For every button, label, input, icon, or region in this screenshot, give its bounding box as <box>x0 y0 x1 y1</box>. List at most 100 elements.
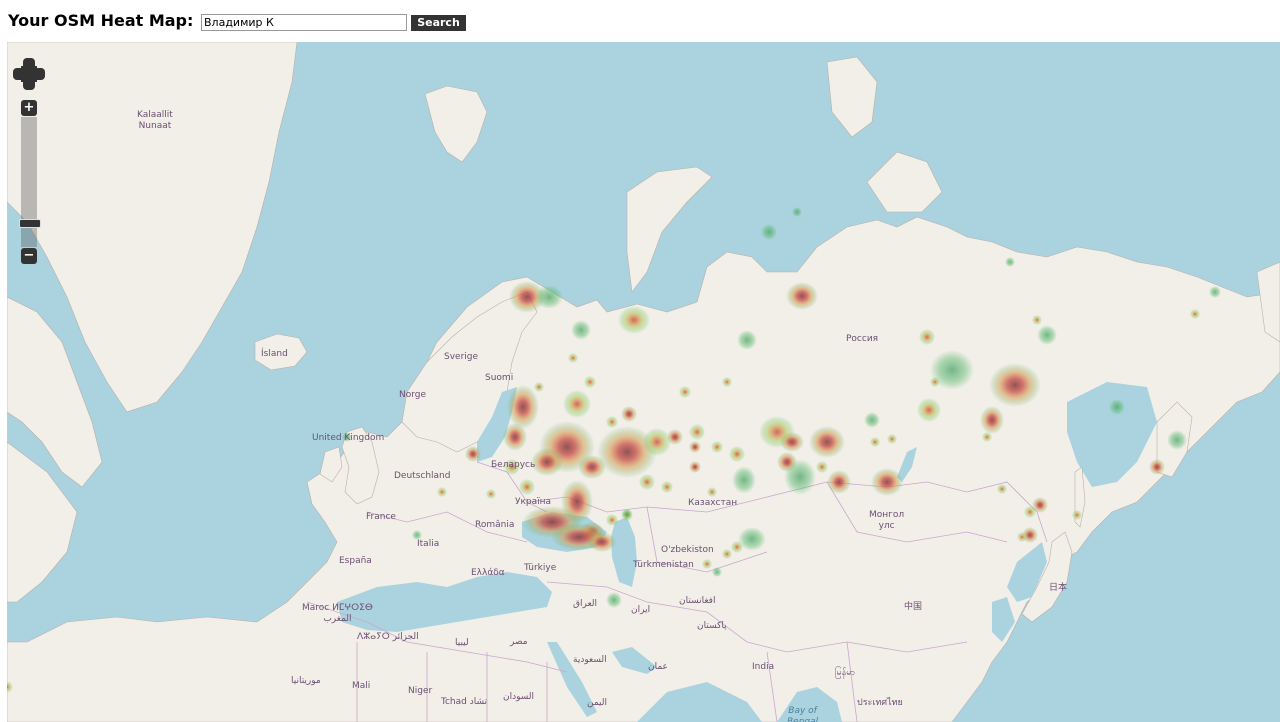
heat-spot <box>712 567 722 577</box>
search-button[interactable]: Search <box>411 15 466 31</box>
zoom-out-button[interactable]: − <box>21 248 37 264</box>
label-france: France <box>366 512 396 522</box>
label-libya: ليبيا <box>455 638 469 648</box>
label-norge: Norge <box>399 390 427 400</box>
heat-spot <box>618 306 650 334</box>
heat-spot <box>519 479 535 495</box>
label-kalaallit: Kalaallit Nunaat <box>137 110 173 131</box>
heat-spot <box>989 363 1041 407</box>
heat-spot <box>816 461 828 473</box>
heat-spot <box>465 446 481 462</box>
heat-spot <box>809 426 845 458</box>
label-turkiye: Türkiye <box>524 563 557 573</box>
heat-spot <box>1024 506 1036 518</box>
heat-spot <box>1209 286 1221 298</box>
heat-spot <box>606 592 622 608</box>
heat-spot <box>535 285 563 309</box>
heat-spot <box>780 432 804 452</box>
heat-spot <box>7 681 13 693</box>
heat-spot <box>689 424 705 440</box>
heat-spot <box>707 487 717 497</box>
heat-spot <box>731 541 743 553</box>
heat-spot <box>980 406 1004 434</box>
heat-spot <box>639 474 655 490</box>
heat-spot <box>1032 315 1042 325</box>
heat-spot <box>917 398 941 422</box>
label-turkmenistan: Türkmenistan <box>633 560 694 570</box>
heat-spot <box>689 441 701 453</box>
heat-spot <box>982 432 992 442</box>
label-chad: Tchad تشاد <box>441 697 488 707</box>
label-algeria: ⴷⵣⴰⵢⵔ الجزائر <box>357 632 419 642</box>
heat-spot <box>622 509 632 519</box>
heat-spot <box>588 532 616 552</box>
heat-spot <box>871 468 903 496</box>
heat-spot <box>643 428 671 456</box>
heat-spot <box>729 446 745 462</box>
heat-spot <box>534 382 544 392</box>
label-kazakhstan: Казахстан <box>688 498 738 508</box>
heat-spot <box>503 423 527 451</box>
label-island: Ísland <box>261 349 288 359</box>
heat-spot <box>621 406 637 422</box>
label-pakistan: پاکستان <box>697 621 727 631</box>
heat-spot <box>606 416 618 428</box>
label-deutschland: Deutschland <box>394 471 451 481</box>
heat-spot <box>689 461 701 473</box>
heat-spot <box>486 489 496 499</box>
label-belarus: Беларусь <box>491 460 536 470</box>
label-romania: România <box>475 520 515 530</box>
label-oman: عمان <box>648 662 668 672</box>
label-italia: Italia <box>417 539 440 549</box>
label-iraq: العراق <box>573 599 598 609</box>
heat-spot <box>531 448 563 476</box>
heat-spot <box>1109 399 1125 415</box>
heat-spot <box>667 429 683 445</box>
label-china: 中国 <box>904 602 923 612</box>
zoom-in-button[interactable]: + <box>21 100 37 116</box>
zoom-slider-track[interactable] <box>19 117 41 247</box>
label-myanmar: မြန်မာ <box>835 668 856 678</box>
username-input[interactable] <box>201 14 407 31</box>
label-mongolia: Монгол улс <box>869 510 905 531</box>
header-bar: Your OSM Heat Map: Search <box>0 0 1280 42</box>
heat-spot <box>761 224 777 240</box>
label-ellada: Ελλάδα <box>471 568 505 578</box>
label-niger: Niger <box>408 686 433 696</box>
label-thailand: ประเทศไทย <box>857 698 903 708</box>
label-rossiya: Россия <box>846 334 879 344</box>
heat-spot <box>1167 430 1187 450</box>
label-bay-of-bengal: Bay of Bengal <box>787 706 819 722</box>
heat-spot <box>1149 459 1165 475</box>
heat-spot <box>919 329 935 345</box>
heat-spot <box>784 459 816 495</box>
pan-center <box>21 66 37 82</box>
heat-spot <box>584 376 596 388</box>
heat-spot <box>1037 325 1057 345</box>
heat-spot <box>661 481 673 493</box>
zoom-slider-handle[interactable] <box>19 219 41 228</box>
label-india: India <box>752 662 775 672</box>
heat-spot <box>606 514 618 526</box>
heat-spot <box>571 320 591 340</box>
pan-control[interactable] <box>13 58 45 90</box>
label-yemen: اليمن <box>587 698 608 708</box>
label-sverige: Sverige <box>444 352 479 362</box>
heat-spot <box>930 377 940 387</box>
heat-spot <box>732 466 756 494</box>
heat-spot <box>792 207 802 217</box>
label-mali: Mali <box>352 681 371 691</box>
label-uk: United Kingdom <box>312 433 385 443</box>
heat-spot <box>864 412 880 428</box>
heat-spot <box>702 559 712 569</box>
heat-spot <box>737 330 757 350</box>
heat-map[interactable]: Kalaallit Nunaat Ísland Sverige Suomi No… <box>7 42 1280 722</box>
label-morocco: Maroc ⵍⵎⵖⵔⵉⴱ المغرب <box>302 603 373 624</box>
label-espana: España <box>339 556 372 566</box>
heat-spot <box>827 470 851 494</box>
heat-spot <box>786 282 818 310</box>
heat-spot <box>1005 257 1015 267</box>
label-afghanistan: افغانستان <box>679 596 716 606</box>
label-japan: 日本 <box>1049 583 1068 593</box>
heat-spot <box>887 434 897 444</box>
